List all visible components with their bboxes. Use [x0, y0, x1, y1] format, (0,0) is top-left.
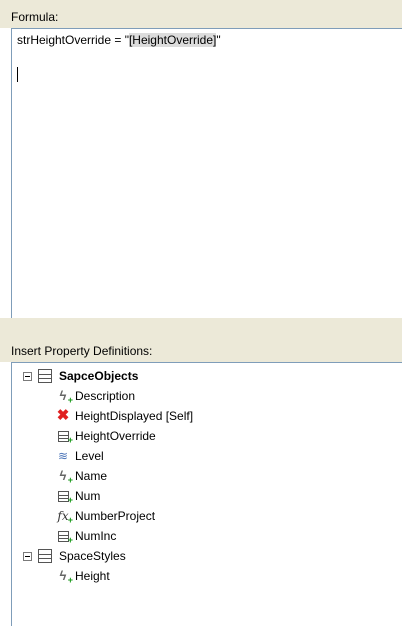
property-definitions-tree[interactable]: SapceObjects ϟ + Description ✖ HeightDisp… [11, 362, 402, 626]
automatic-property-icon: ϟ + [59, 388, 73, 405]
tree-item-heightdisplayed[interactable]: ✖ HeightDisplayed [Self] [54, 406, 193, 426]
property-set-icon [38, 549, 52, 563]
formula-text-prefix: strHeightOverride = " [17, 33, 129, 47]
tree-item-num[interactable]: + Num [54, 486, 100, 506]
tree-item-name[interactable]: ϟ + Name [54, 466, 107, 486]
tree-item-label: HeightOverride [75, 429, 156, 443]
tree-group-label: SpaceStyles [59, 549, 126, 563]
level-icon: ≋ [57, 449, 69, 463]
automatic-property-icon: ϟ + [59, 468, 73, 485]
tree-item-numberproject[interactable]: fx + NumberProject [54, 506, 155, 526]
text-caret [17, 67, 18, 82]
manual-property-icon: + [54, 428, 73, 445]
formula-text[interactable]: strHeightOverride = "[HeightOverride]" [17, 33, 221, 47]
tree-item-description[interactable]: ϟ + Description [54, 386, 135, 406]
tree-item-label: Height [75, 569, 110, 583]
tree-group-sapceobjects[interactable]: SapceObjects [23, 366, 138, 386]
collapse-toggle-icon[interactable] [23, 551, 32, 561]
tree-item-label: Description [75, 389, 136, 403]
tree-item-label: Name [75, 469, 108, 483]
manual-property-icon: + [54, 528, 73, 545]
tree-item-level[interactable]: ≋ Level [54, 446, 104, 466]
automatic-property-icon: ϟ + [59, 568, 73, 585]
formula-text-suffix: " [216, 33, 221, 47]
tree-group-label: SapceObjects [59, 369, 139, 383]
error-x-icon: ✖ [56, 407, 70, 424]
manual-property-icon: + [54, 488, 73, 505]
tree-group-spacestyles[interactable]: SpaceStyles [23, 546, 126, 566]
tree-item-label: Num [75, 489, 101, 503]
formula-property-icon: fx + [57, 509, 73, 525]
formula-editor[interactable]: strHeightOverride = "[HeightOverride]" [11, 28, 402, 318]
insert-property-definitions-label: Insert Property Definitions: [0, 340, 402, 362]
property-set-icon [38, 369, 52, 383]
tree-item-label: NumInc [75, 529, 117, 543]
tree-item-height[interactable]: ϟ + Height [54, 566, 110, 586]
tree-item-label: HeightDisplayed [Self] [75, 409, 194, 423]
collapse-toggle-icon[interactable] [23, 371, 32, 381]
tree-item-numinc[interactable]: + NumInc [54, 526, 116, 546]
tree-item-label: NumberProject [75, 509, 156, 523]
tree-item-heightoverride[interactable]: + HeightOverride [54, 426, 156, 446]
tree-item-label: Level [75, 449, 104, 463]
formula-text-highlight: [HeightOverride] [128, 33, 217, 47]
formula-label: Formula: [0, 6, 402, 28]
section-divider [0, 318, 402, 340]
